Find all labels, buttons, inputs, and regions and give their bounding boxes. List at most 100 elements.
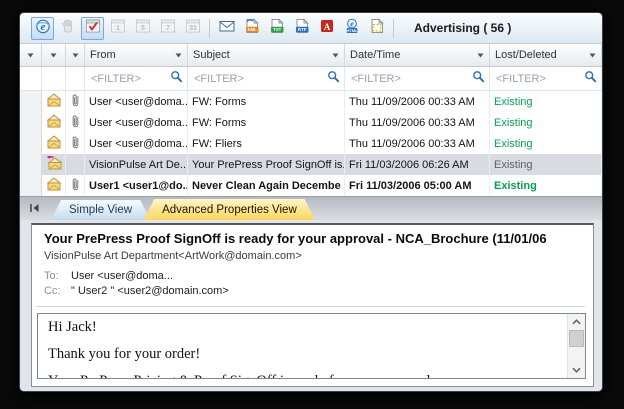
save-as-eml-button[interactable]: EML [240, 17, 263, 40]
svg-text:TXT: TXT [273, 27, 282, 32]
save-as-rtf-button[interactable]: RTF [290, 17, 313, 40]
save-as-pdf-button[interactable]: A [315, 17, 338, 40]
save-html-icon: eHTML [344, 18, 360, 39]
save-pdf-icon: A [319, 18, 335, 39]
svg-text:5: 5 [141, 24, 145, 31]
calendar-month-button[interactable]: 31 [181, 17, 204, 40]
message-body-box: Hi Jack!Thank you for your order!Your Pr… [37, 313, 586, 379]
tab-scroll-left-button[interactable] [26, 201, 43, 217]
message-row[interactable]: User1 <user1@do...Never Clean Again Dece… [20, 175, 602, 196]
view-tabstrip: Simple View Advanced Properties View [20, 196, 602, 220]
attachment-cell [66, 91, 85, 112]
calendar-day-button[interactable]: 1 [106, 17, 129, 40]
column-label: Date/Time [350, 49, 400, 61]
pan-tool-button[interactable] [56, 17, 79, 40]
column-header-from[interactable]: From [85, 44, 188, 66]
filter-cell-subject [188, 67, 345, 90]
scrollbar-down-button[interactable] [568, 362, 585, 378]
body-line: Your PrePress Pricing & Proof SignOff is… [48, 372, 559, 379]
column-dropdown-icon[interactable] [50, 49, 57, 61]
tab-label: Simple View [69, 204, 132, 216]
svg-text:HTML: HTML [346, 27, 358, 32]
save-as-html-button[interactable]: eHTML [340, 17, 363, 40]
calendar-5-icon: 5 [135, 18, 151, 39]
internet-explorer-icon: e [35, 18, 51, 39]
status-badge: Existing [494, 117, 533, 129]
preview-subject: Your PrePress Proof SignOff is ready for… [44, 231, 593, 246]
column-header-mail-icon[interactable] [42, 44, 66, 66]
preview-separator [36, 306, 585, 307]
filter-input-from[interactable] [89, 72, 170, 86]
column-header-attachment[interactable] [66, 44, 85, 66]
to-label: To: [44, 270, 71, 282]
message-row[interactable]: User <user@doma...FW: FormsThu 11/09/200… [20, 91, 602, 112]
save-txt-icon: TXT [269, 18, 285, 39]
scrollbar-thumb[interactable] [569, 330, 584, 347]
preview-cc-row: Cc: " User2 " <user2@domain.com> [44, 285, 593, 297]
column-dropdown-icon[interactable] [72, 49, 79, 61]
message-body: Hi Jack!Thank you for your order!Your Pr… [38, 314, 585, 379]
table-filter-row [20, 67, 602, 91]
preview-pane: Your PrePress Proof SignOff is ready for… [20, 220, 602, 391]
save-as-txt-button[interactable]: TXT [265, 17, 288, 40]
folder-label: Advertising ( 56 ) [414, 21, 511, 35]
column-dropdown-icon[interactable] [589, 49, 596, 61]
table-body: User <user@doma...FW: FormsThu 11/09/200… [20, 91, 602, 196]
paperclip-icon [71, 135, 80, 153]
search-icon[interactable] [472, 70, 485, 88]
calendar-select-button[interactable] [81, 17, 104, 40]
message-row[interactable]: VisionPulse Art De...Your PrePress Proof… [20, 154, 602, 175]
from-cell: User <user@doma... [85, 112, 188, 133]
datetime-cell: Thu 11/09/2006 00:33 AM [345, 112, 490, 133]
from-cell: User1 <user1@do... [85, 175, 188, 196]
mail-icon-cell [42, 112, 66, 133]
calendar-work-week-button[interactable]: 5 [131, 17, 154, 40]
search-icon[interactable] [584, 70, 597, 88]
filter-cell-empty [66, 67, 85, 90]
hand-icon [60, 18, 76, 39]
column-dropdown-icon[interactable] [175, 49, 182, 61]
filter-input-lost-deleted[interactable] [494, 72, 584, 86]
column-dropdown-icon[interactable] [477, 49, 484, 61]
row-indicator [20, 175, 42, 196]
column-dropdown-icon[interactable] [332, 49, 339, 61]
svg-text:7: 7 [166, 24, 170, 31]
tabs: Simple View Advanced Properties View [51, 199, 309, 220]
save-as-msg-button[interactable] [215, 17, 238, 40]
tab-label: Advanced Properties View [162, 204, 297, 216]
filter-cell-datetime [345, 67, 490, 90]
body-scrollbar[interactable] [567, 314, 585, 378]
subject-cell: FW: Fliers [188, 133, 345, 154]
filter-input-datetime[interactable] [349, 72, 472, 86]
body-line: Hi Jack! [48, 318, 559, 336]
toolbar-separator [209, 19, 210, 38]
search-icon[interactable] [327, 70, 340, 88]
search-icon[interactable] [170, 70, 183, 88]
column-header-indicator[interactable] [20, 44, 42, 66]
preview-from: VisionPulse Art Department<ArtWork@domai… [44, 250, 593, 262]
column-header-subject[interactable]: Subject [188, 44, 345, 66]
message-preview: Your PrePress Proof SignOff is ready for… [31, 223, 594, 387]
column-dropdown-icon[interactable] [27, 49, 34, 61]
filter-cell-lost-deleted [490, 67, 602, 90]
datetime-cell: Thu 11/09/2006 00:33 AM [345, 91, 490, 112]
status-badge: Existing [494, 96, 533, 108]
tab-advanced-properties-view[interactable]: Advanced Properties View [144, 199, 315, 220]
from-cell: VisionPulse Art De... [85, 154, 188, 175]
mail-replied-icon [46, 156, 62, 173]
calendar-31-icon: 31 [185, 18, 201, 39]
tab-simple-view[interactable]: Simple View [51, 200, 150, 220]
status-cell: Existing [490, 175, 602, 196]
status-badge: Existing [494, 180, 537, 192]
message-row[interactable]: User <user@doma...FW: FliersThu 11/09/20… [20, 133, 602, 154]
column-header-lost-deleted[interactable]: Lost/Deleted [490, 44, 602, 66]
column-header-datetime[interactable]: Date/Time [345, 44, 490, 66]
filter-input-subject[interactable] [192, 72, 327, 86]
open-in-browser-button[interactable]: e [31, 17, 54, 40]
cc-label: Cc: [44, 285, 71, 297]
scrollbar-up-button[interactable] [568, 314, 585, 330]
save-as-mht-button[interactable] [365, 17, 388, 40]
message-row[interactable]: User <user@doma...FW: FormsThu 11/09/200… [20, 112, 602, 133]
mail-viewer-window: e 1 5 7 31 EML TXT RTF AeHTML Advertising ( 56 )… [20, 13, 602, 391]
calendar-week-button[interactable]: 7 [156, 17, 179, 40]
